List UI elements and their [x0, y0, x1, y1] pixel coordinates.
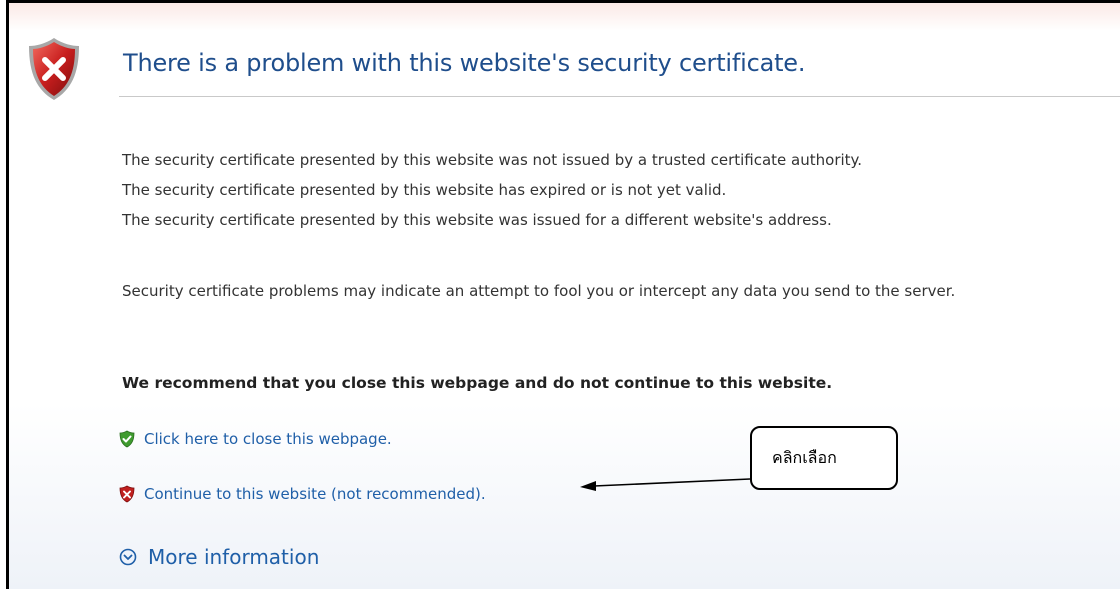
title-divider — [119, 96, 1120, 97]
more-information-link[interactable]: More information — [119, 545, 319, 569]
chevron-down-circle-icon[interactable] — [119, 548, 137, 566]
red-shield-x-icon — [119, 485, 135, 503]
continue-to-website-link[interactable]: Continue to this website (not recommende… — [119, 485, 486, 503]
warning-text: Security certificate problems may indica… — [122, 282, 956, 300]
close-webpage-label[interactable]: Click here to close this webpage. — [144, 430, 392, 448]
more-information-label[interactable]: More information — [148, 545, 319, 569]
continue-to-website-label[interactable]: Continue to this website (not recommende… — [144, 485, 486, 503]
reason-item: The security certificate presented by th… — [122, 181, 727, 199]
annotation-arrow — [580, 478, 751, 491]
recommendation-text: We recommend that you close this webpage… — [122, 374, 833, 392]
annotation-callout-text: คลิกเลือก — [772, 447, 837, 467]
reason-list: The security certificate presented by th… — [122, 145, 862, 235]
error-shield-icon — [29, 38, 79, 100]
annotation-callout: คลิกเลือก — [750, 426, 898, 490]
reason-item: The security certificate presented by th… — [122, 211, 832, 229]
green-shield-check-icon — [119, 430, 135, 448]
page-title: There is a problem with this website's s… — [123, 49, 806, 77]
close-webpage-link[interactable]: Click here to close this webpage. — [119, 430, 392, 448]
reason-item: The security certificate presented by th… — [122, 151, 863, 169]
certificate-error-page: There is a problem with this website's s… — [6, 0, 1120, 589]
